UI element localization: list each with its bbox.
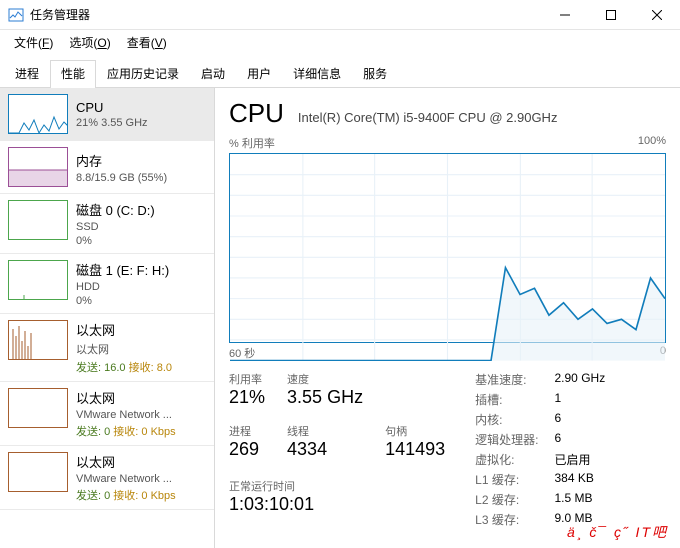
base-speed-value: 2.90 GHz: [555, 371, 606, 388]
title-bar: 任务管理器: [0, 0, 680, 30]
handles-label: 句柄: [385, 423, 445, 439]
sidebar-disk1-title: 磁盘 1 (E: F: H:): [76, 260, 169, 279]
sidebar-disk0-title: 磁盘 0 (C: D:): [76, 200, 155, 219]
cpu-model: Intel(R) Core(TM) i5-9400F CPU @ 2.90GHz: [298, 110, 558, 125]
sidebar-eth1-rates: 发送: 0 接收: 0 Kbps: [76, 423, 176, 439]
sidebar-memory-sub: 8.8/15.9 GB (55%): [76, 172, 167, 184]
sidebar-eth1-title: 以太网: [76, 388, 176, 407]
minimize-button[interactable]: [542, 0, 588, 30]
cores-value: 6: [555, 411, 606, 428]
menu-options[interactable]: 选项(O): [63, 32, 116, 53]
sidebar-item-memory[interactable]: 内存 8.8/15.9 GB (55%): [0, 141, 214, 194]
sidebar-disk1-pct: 0%: [76, 295, 169, 307]
sidebar-item-disk0[interactable]: 磁盘 0 (C: D:) SSD 0%: [0, 194, 214, 254]
ethernet-thumb-icon: [8, 388, 68, 428]
sidebar-eth2-sub: VMware Network ...: [76, 473, 176, 485]
uptime-value: 1:03:10:01: [229, 494, 445, 515]
sidebar-eth0-sub: 以太网: [76, 341, 172, 357]
handles-value: 141493: [385, 439, 445, 460]
disk-thumb-icon: [8, 200, 68, 240]
tab-startup[interactable]: 启动: [190, 60, 236, 88]
sidebar-disk0-sub: SSD: [76, 221, 155, 233]
sidebar-disk1-sub: HDD: [76, 281, 169, 293]
util-label: 利用率: [229, 371, 265, 387]
sidebar-disk0-pct: 0%: [76, 235, 155, 247]
chart-label-top-right: 100%: [638, 135, 666, 151]
window-controls: [542, 0, 680, 30]
app-icon: [8, 7, 24, 23]
sidebar-eth0-title: 以太网: [76, 320, 172, 339]
tab-users[interactable]: 用户: [236, 60, 282, 88]
menu-file[interactable]: 文件(F): [8, 32, 59, 53]
l3-cache-value: 9.0 MB: [555, 511, 606, 528]
cores-label: 内核:: [475, 411, 538, 428]
chart-label-top-left: % 利用率: [229, 135, 275, 151]
sidebar-cpu-sub: 21% 3.55 GHz: [76, 117, 148, 129]
tab-details[interactable]: 详细信息: [282, 60, 352, 88]
util-value: 21%: [229, 387, 265, 408]
ethernet-thumb-icon: [8, 320, 68, 360]
sidebar-item-ethernet-2[interactable]: 以太网 VMware Network ... 发送: 0 接收: 0 Kbps: [0, 446, 214, 510]
tab-services[interactable]: 服务: [352, 60, 398, 88]
l1-cache-label: L1 缓存:: [475, 471, 538, 488]
sidebar-cpu-title: CPU: [76, 100, 148, 115]
virtualization-label: 虚拟化:: [475, 451, 538, 468]
threads-label: 线程: [287, 423, 363, 439]
sidebar-eth0-rates: 发送: 16.0 接收: 8.0: [76, 359, 172, 375]
sidebar-item-ethernet-1[interactable]: 以太网 VMware Network ... 发送: 0 接收: 0 Kbps: [0, 382, 214, 446]
performance-sidebar[interactable]: CPU 21% 3.55 GHz 内存 8.8/15.9 GB (55%) 磁盘…: [0, 88, 215, 548]
memory-thumb-icon: [8, 147, 68, 187]
cpu-stats: 利用率21% 速度3.55 GHz 进程269 线程4334 句柄141493 …: [229, 371, 666, 528]
processes-value: 269: [229, 439, 265, 460]
tab-performance[interactable]: 性能: [50, 60, 96, 88]
logical-proc-label: 逻辑处理器:: [475, 431, 538, 448]
tab-app-history[interactable]: 应用历史记录: [96, 60, 190, 88]
threads-value: 4334: [287, 439, 363, 460]
sidebar-item-cpu[interactable]: CPU 21% 3.55 GHz: [0, 88, 214, 141]
menu-bar: 文件(F) 选项(O) 查看(V): [0, 30, 680, 55]
menu-view[interactable]: 查看(V): [121, 32, 173, 53]
cpu-utilization-chart[interactable]: [229, 153, 666, 343]
l1-cache-value: 384 KB: [555, 471, 606, 488]
sidebar-eth1-sub: VMware Network ...: [76, 409, 176, 421]
maximize-button[interactable]: [588, 0, 634, 30]
sidebar-item-disk1[interactable]: 磁盘 1 (E: F: H:) HDD 0%: [0, 254, 214, 314]
uptime-label: 正常运行时间: [229, 478, 445, 494]
sidebar-eth2-title: 以太网: [76, 452, 176, 471]
base-speed-label: 基准速度:: [475, 371, 538, 388]
cpu-thumb-icon: [8, 94, 68, 134]
speed-label: 速度: [287, 371, 363, 387]
tab-processes[interactable]: 进程: [4, 60, 50, 88]
tab-bar: 进程 性能 应用历史记录 启动 用户 详细信息 服务: [0, 55, 680, 88]
main-panel: CPU Intel(R) Core(TM) i5-9400F CPU @ 2.9…: [215, 88, 680, 548]
page-title: CPU: [229, 98, 284, 129]
ethernet-thumb-icon: [8, 452, 68, 492]
disk-thumb-icon: [8, 260, 68, 300]
processes-label: 进程: [229, 423, 265, 439]
window-title: 任务管理器: [30, 6, 542, 23]
l2-cache-value: 1.5 MB: [555, 491, 606, 508]
speed-value: 3.55 GHz: [287, 387, 363, 408]
sockets-value: 1: [555, 391, 606, 408]
sidebar-eth2-rates: 发送: 0 接收: 0 Kbps: [76, 487, 176, 503]
close-button[interactable]: [634, 0, 680, 30]
sockets-label: 插槽:: [475, 391, 538, 408]
logical-proc-value: 6: [555, 431, 606, 448]
sidebar-memory-title: 内存: [76, 151, 167, 170]
content-area: CPU 21% 3.55 GHz 内存 8.8/15.9 GB (55%) 磁盘…: [0, 88, 680, 548]
virtualization-value: 已启用: [555, 451, 606, 468]
l3-cache-label: L3 缓存:: [475, 511, 538, 528]
sidebar-item-ethernet-0[interactable]: 以太网 以太网 发送: 16.0 接收: 8.0: [0, 314, 214, 382]
l2-cache-label: L2 缓存:: [475, 491, 538, 508]
